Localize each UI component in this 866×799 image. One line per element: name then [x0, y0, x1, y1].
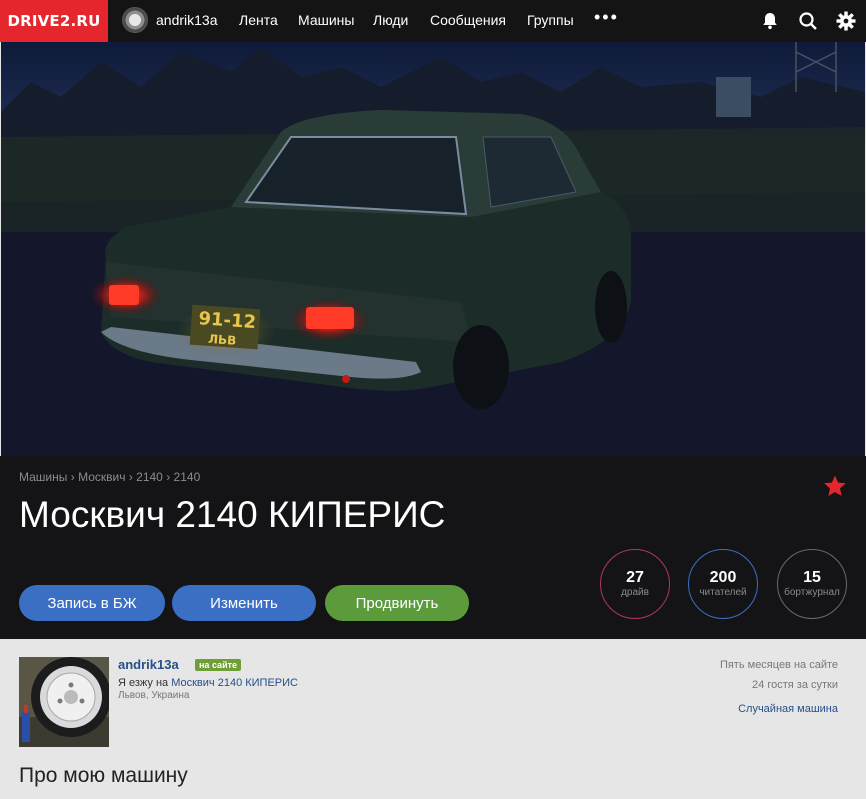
more-menu-icon[interactable]: •••: [594, 7, 619, 28]
gear-icon[interactable]: [836, 11, 856, 31]
drives-car-link[interactable]: Москвич 2140 КИПЕРИС: [171, 677, 298, 689]
random-car-link[interactable]: Случайная машина: [738, 703, 838, 715]
breadcrumb-sep: ›: [70, 470, 75, 484]
plate-number: 91-12: [198, 308, 257, 333]
stat-followers-label: читателей: [699, 587, 747, 598]
nav-groups[interactable]: Группы: [527, 12, 574, 28]
stat-logbook-label: бортжурнал: [784, 587, 840, 598]
stat-followers-value: 200: [709, 569, 737, 586]
owner-drives: Я езжу на Москвич 2140 КИПЕРИС: [118, 677, 298, 689]
user-menu-name[interactable]: andrik13a: [156, 12, 218, 28]
car-hero-photo[interactable]: 91-12 ЛЬВ: [1, 42, 865, 456]
nav-cars[interactable]: Машины: [298, 12, 354, 28]
about-my-car-heading: Про мою машину: [19, 764, 188, 787]
edit-button[interactable]: Изменить: [172, 585, 316, 621]
owner-name-link[interactable]: andrik13a: [118, 657, 179, 672]
online-status-badge: на сайте: [195, 659, 242, 671]
plate-region: ЛЬВ: [208, 332, 237, 348]
breadcrumb-sep: ›: [166, 470, 171, 484]
nav-messages[interactable]: Сообщения: [430, 12, 506, 28]
breadcrumb-brand[interactable]: Москвич: [78, 470, 125, 484]
owner-avatar[interactable]: [19, 657, 109, 747]
member-since: Пять месяцев на сайте: [719, 659, 838, 671]
nav-people[interactable]: Люди: [373, 12, 408, 28]
drives-prefix: Я езжу на: [118, 677, 169, 689]
user-avatar[interactable]: [122, 7, 148, 33]
nav-feed[interactable]: Лента: [239, 12, 278, 28]
stat-followers[interactable]: 200 читателей: [688, 549, 758, 619]
bell-icon[interactable]: [760, 11, 780, 31]
breadcrumb-sep: ›: [128, 470, 133, 484]
car-title: Москвич 2140 КИПЕРИС: [19, 494, 446, 535]
owner-location: Львов, Украина: [118, 690, 190, 701]
stat-drive-label: драйв: [621, 587, 649, 598]
guests-per-day: 24 гостя за сутки: [752, 679, 838, 691]
breadcrumb-generation[interactable]: 2140: [174, 470, 201, 484]
stat-logbook[interactable]: 15 бортжурнал: [777, 549, 847, 619]
stat-drive[interactable]: 27 драйв: [600, 549, 670, 619]
breadcrumb-model[interactable]: 2140: [136, 470, 163, 484]
search-icon[interactable]: [798, 11, 818, 31]
site-logo[interactable]: DRIVE2.RU: [0, 0, 108, 42]
logbook-entry-button[interactable]: Запись в БЖ: [19, 585, 165, 621]
promote-button[interactable]: Продвинуть: [325, 585, 469, 621]
breadcrumb: Машины › Москвич › 2140 › 2140: [19, 470, 200, 484]
breadcrumb-cars[interactable]: Машины: [19, 470, 67, 484]
stat-logbook-value: 15: [803, 569, 821, 586]
favorite-star-icon[interactable]: [823, 474, 847, 498]
stat-drive-value: 27: [626, 569, 644, 586]
